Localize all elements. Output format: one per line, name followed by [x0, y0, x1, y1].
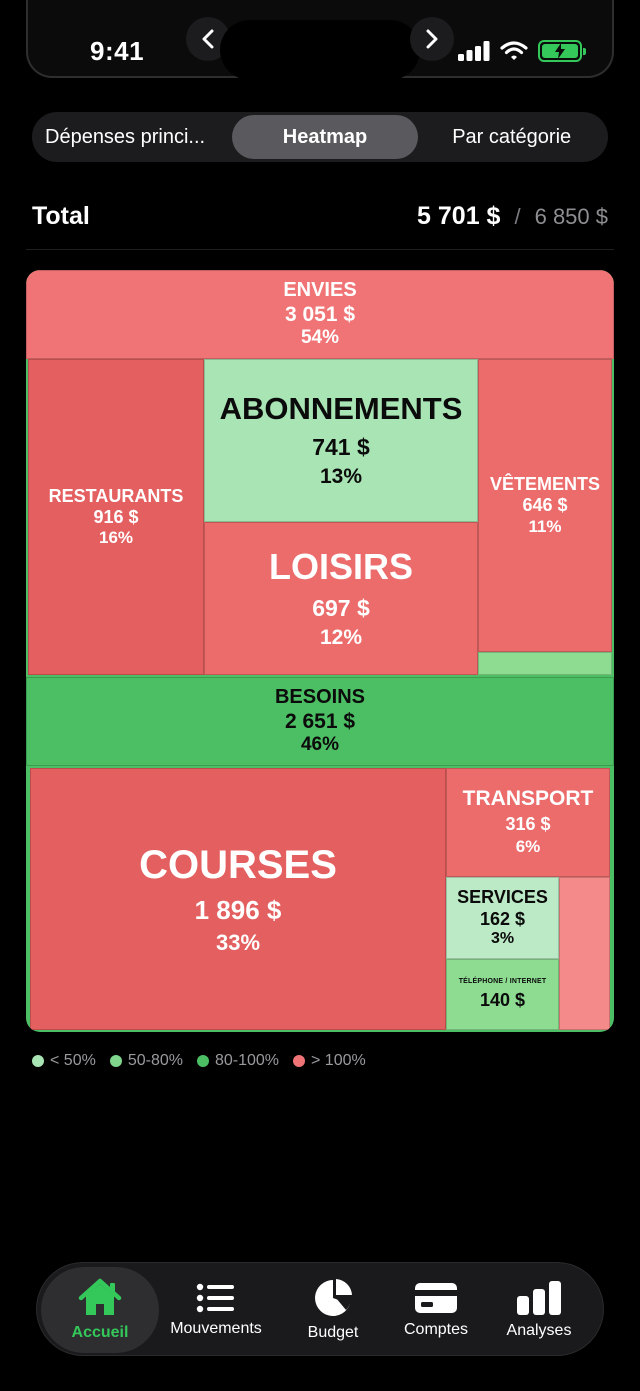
tile-name: TÉLÉPHONE / INTERNET	[458, 977, 547, 985]
tile-courses[interactable]: COURSES 1 896 $ 33%	[30, 768, 446, 1030]
tile-amount: 1 896 $	[194, 895, 282, 926]
group-envies[interactable]: ENVIES 3 051 $ 54%	[26, 270, 614, 359]
total-row: Total 5 701 $ / 6 850 $	[32, 190, 608, 242]
heatmap-treemap: ENVIES 3 051 $ 54% RESTAURANTS 916 $ 16%…	[26, 270, 614, 1032]
legend-label: 50-80%	[127, 1052, 183, 1069]
legend-dot	[293, 1055, 306, 1067]
tile-abonnements[interactable]: ABONNEMENTS 741 $ 13%	[204, 359, 478, 522]
divider	[26, 249, 614, 250]
tile-amount: 2 651 $	[284, 709, 356, 733]
legend-dot	[109, 1055, 122, 1067]
tile-name: VÊTEMENTS	[489, 474, 600, 495]
tab-analyses[interactable]: Analyses	[489, 1267, 589, 1353]
chevron-right-icon	[426, 29, 438, 49]
pie-chart-icon	[315, 1279, 352, 1316]
tab-label: Mouvements	[170, 1320, 262, 1337]
tile-vetements[interactable]: VÊTEMENTS 646 $ 11%	[478, 359, 612, 652]
tile-amount: 697 $	[312, 594, 370, 621]
forward-button[interactable]	[410, 17, 454, 61]
tile-amount: 916 $	[93, 506, 139, 527]
tile-amount: 3 051 $	[284, 302, 356, 326]
tile-name: RESTAURANTS	[48, 485, 184, 506]
tile-restaurants[interactable]: RESTAURANTS 916 $ 16%	[28, 359, 204, 675]
status-time: 9:41	[90, 36, 145, 66]
tile-percent: 3%	[490, 929, 515, 947]
cellular-signal-icon	[458, 41, 490, 61]
tile-name: ENVIES	[283, 279, 357, 302]
tile-percent: 13%	[319, 464, 363, 488]
tile-name: SERVICES	[457, 887, 548, 908]
tile-percent: 54%	[300, 327, 340, 349]
tile-name: BESOINS	[274, 686, 366, 709]
total-spent: 5 701 $	[417, 201, 501, 230]
charging-bolt-icon	[555, 43, 565, 59]
house-icon	[78, 1278, 122, 1315]
tile-percent: 12%	[319, 625, 363, 649]
segment-heatmap[interactable]: Heatmap	[231, 115, 419, 159]
legend-item: > 100%	[293, 1052, 366, 1070]
legend-item: < 50%	[32, 1052, 96, 1070]
list-icon	[196, 1283, 234, 1313]
total-separator: /	[514, 203, 521, 229]
tile-amount: 162 $	[479, 908, 526, 929]
tab-label: Budget	[307, 1324, 359, 1341]
status-icons	[458, 40, 586, 62]
tab-budget[interactable]: Budget	[281, 1267, 385, 1353]
tile-amount: 140 $	[479, 990, 526, 1010]
tile-amount: 646 $	[522, 495, 568, 516]
tile-telephone-internet[interactable]: TÉLÉPHONE / INTERNET 140 $	[446, 959, 559, 1030]
tab-label: Comptes	[403, 1321, 469, 1338]
tile-amount: 316 $	[505, 814, 551, 835]
tile-percent: 11%	[528, 516, 562, 536]
tile-amount: 741 $	[312, 433, 370, 460]
tab-mouvements[interactable]: Mouvements	[161, 1267, 271, 1353]
battery-icon	[538, 40, 586, 62]
tile-name: COURSES	[139, 843, 337, 888]
tile-envies-small-unlabeled[interactable]	[478, 652, 612, 675]
legend-item: 50-80%	[109, 1052, 183, 1070]
tile-loisirs[interactable]: LOISIRS 697 $ 12%	[204, 522, 478, 675]
tab-accueil[interactable]: Accueil	[41, 1267, 159, 1353]
legend-label: > 100%	[311, 1052, 366, 1069]
credit-card-icon	[415, 1283, 457, 1313]
view-segmented-control: Dépenses princi... Heatmap Par catégorie	[32, 112, 608, 162]
chevron-left-icon	[202, 29, 214, 49]
legend-dot	[32, 1055, 44, 1067]
tile-percent: 33%	[215, 929, 261, 955]
tile-name: LOISIRS	[268, 546, 414, 588]
tab-label: Analyses	[506, 1322, 572, 1339]
heatmap-legend: < 50% 50-80% 80-100% > 100%	[32, 1052, 366, 1070]
tile-name: ABONNEMENTS	[219, 391, 463, 427]
tile-percent: 16%	[98, 528, 134, 548]
tile-besoins-small-unlabeled[interactable]	[559, 877, 610, 1030]
tab-comptes[interactable]: Comptes	[387, 1267, 485, 1353]
legend-label: 80-100%	[214, 1052, 280, 1069]
tab-bar: Accueil Mouvements Budget Comptes Analys…	[36, 1262, 604, 1356]
total-budget: 6 850 $	[534, 203, 608, 229]
legend-dot	[196, 1055, 209, 1067]
tile-percent: 6%	[515, 837, 541, 857]
dynamic-island	[220, 20, 420, 80]
tile-name: TRANSPORT	[462, 787, 594, 811]
tab-label: Accueil	[71, 1324, 129, 1341]
total-label: Total	[32, 201, 90, 230]
legend-item: 80-100%	[196, 1052, 280, 1070]
segment-depenses-principales[interactable]: Dépenses princi...	[35, 115, 232, 159]
segment-par-categorie[interactable]: Par catégorie	[418, 115, 605, 159]
legend-label: < 50%	[50, 1052, 96, 1069]
group-besoins[interactable]: BESOINS 2 651 $ 46%	[26, 677, 614, 766]
tile-percent: 46%	[300, 734, 340, 756]
bar-chart-icon	[517, 1281, 561, 1315]
tile-transport[interactable]: TRANSPORT 316 $ 6%	[446, 768, 610, 877]
wifi-icon	[500, 41, 528, 60]
tile-services[interactable]: SERVICES 162 $ 3%	[446, 877, 559, 959]
total-amounts: 5 701 $ / 6 850 $	[417, 202, 608, 231]
